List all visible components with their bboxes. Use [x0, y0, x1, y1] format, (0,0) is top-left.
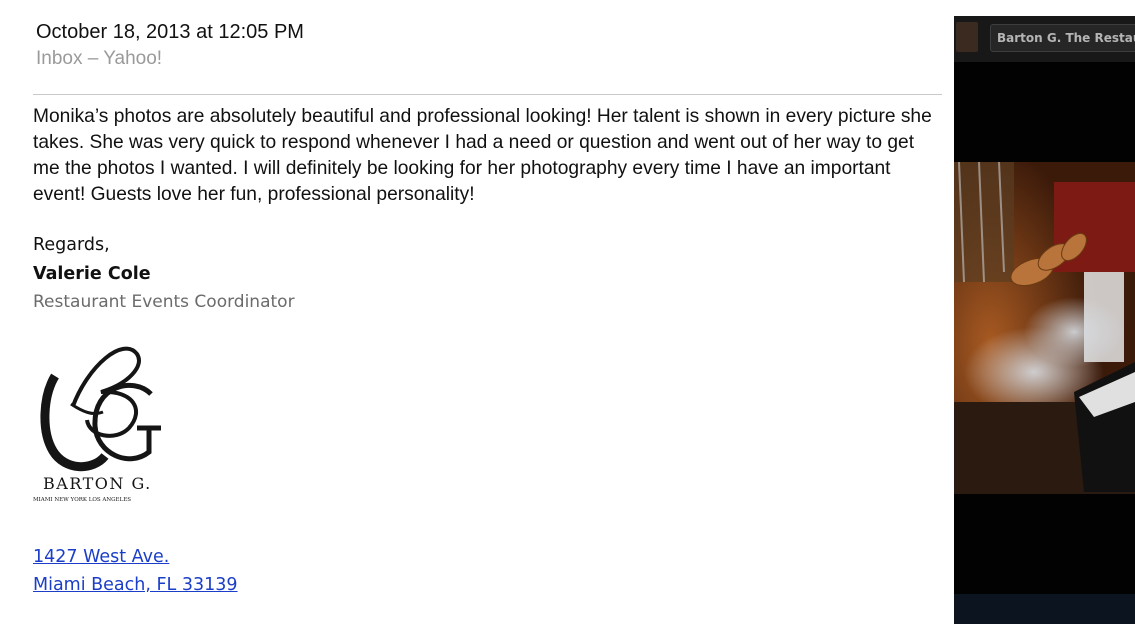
email-body: Monika’s photos are absolutely beautiful… [33, 106, 932, 205]
header-divider [33, 94, 942, 95]
address-line2-link[interactable]: Miami Beach, FL 33139 [33, 575, 238, 595]
signature-name: Valerie Cole [33, 264, 151, 284]
side-panel-topbar: Barton G. The Restaurant [954, 16, 1135, 62]
signature-title: Restaurant Events Coordinator [33, 292, 295, 312]
page-avatar[interactable] [956, 22, 978, 52]
barton-g-logo: BARTON G. MIAMI NEW YORK LOS ANGELES [33, 336, 178, 506]
page-tab-title[interactable]: Barton G. The Restaurant [990, 24, 1135, 52]
logo-cities-text: MIAMI NEW YORK LOS ANGELES [33, 497, 131, 503]
address-line1-link[interactable]: 1427 West Ave. [33, 547, 169, 567]
logo-brand-text: BARTON G. [43, 474, 152, 493]
signature-greeting: Regards, [33, 235, 110, 255]
monogram-b [40, 346, 141, 472]
side-panel: Barton G. The Restaurant [954, 16, 1135, 624]
email-date: October 18, 2013 at 12:05 PM [36, 21, 304, 43]
email-folder: Inbox – Yahoo! [36, 48, 163, 69]
food-photo-icon[interactable] [954, 161, 1135, 494]
side-panel-bottom-strip [954, 594, 1135, 624]
